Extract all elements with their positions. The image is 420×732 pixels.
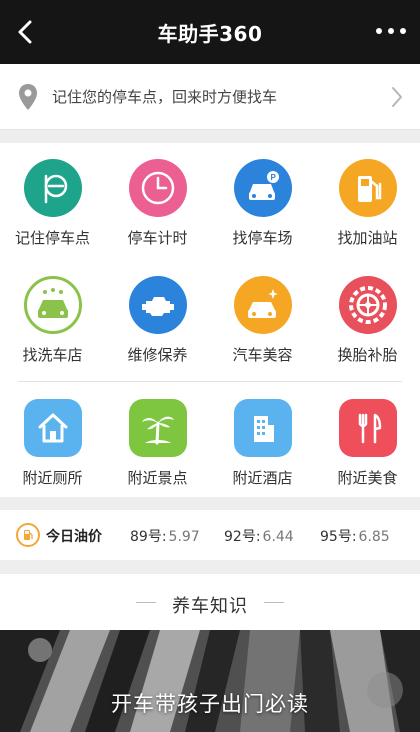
palm-tree-icon xyxy=(129,399,187,457)
grid-item-label: 找加油站 xyxy=(337,229,398,247)
grid-item-nearby-toilet[interactable]: 附近厕所 xyxy=(0,383,105,493)
grid-item-remember-parking[interactable]: 记住停车点 xyxy=(0,143,105,253)
page-title: 车助手360 xyxy=(157,21,263,46)
oil-price-89: 89号: 5.97 xyxy=(130,529,200,545)
tire-icon xyxy=(339,276,397,334)
gas-station-icon xyxy=(339,159,397,217)
grid-item-label: 附近酒店 xyxy=(232,469,293,487)
grid-item-maintenance[interactable]: 维修保养 xyxy=(105,260,210,370)
app-header: 车助手360 xyxy=(0,0,420,64)
oil-price-bar[interactable]: 今日油价 89号: 5.97 92号: 6.44 95号: 6.85 xyxy=(0,510,420,560)
grid-item-label: 停车计时 xyxy=(127,229,188,247)
clock-icon xyxy=(129,159,187,217)
grid-item-label: 换胎补胎 xyxy=(337,346,398,364)
grid-item-label: 汽车美容 xyxy=(232,346,293,364)
svg-text:P: P xyxy=(271,173,277,182)
grid-item-find-gas-station[interactable]: 找加油站 xyxy=(315,143,420,253)
fuel-icon xyxy=(16,523,40,547)
chevron-right-icon xyxy=(392,87,402,107)
grid-item-label: 附近美食 xyxy=(337,469,398,487)
grid-item-nearby-food[interactable]: 附近美食 xyxy=(315,383,420,493)
oil-price-label: 今日油价 xyxy=(46,529,102,545)
grid-item-car-beauty[interactable]: 汽车美容 xyxy=(210,260,315,370)
remember-parking-banner[interactable]: 记住您的停车点，回来时方便找车 xyxy=(0,64,420,130)
grid-item-label: 找停车场 xyxy=(232,229,293,247)
grid-item-label: 附近景点 xyxy=(127,469,188,487)
parking-lot-icon: P xyxy=(234,159,292,217)
back-arrow-icon[interactable] xyxy=(12,18,40,46)
knowledge-title: 养车知识 xyxy=(172,596,248,617)
divider-line xyxy=(264,602,284,603)
building-icon xyxy=(234,399,292,457)
grid-item-nearby-hotels[interactable]: 附近酒店 xyxy=(210,383,315,493)
grid-item-label: 找洗车店 xyxy=(22,346,83,364)
car-sparkle-icon xyxy=(234,276,292,334)
car-wash-icon xyxy=(24,276,82,334)
home-icon xyxy=(24,399,82,457)
grid-item-parking-timer[interactable]: 停车计时 xyxy=(105,143,210,253)
grid-item-find-parking-lot[interactable]: P 找停车场 xyxy=(210,143,315,253)
more-options-icon[interactable] xyxy=(376,24,406,38)
oil-price-95: 95号: 6.85 xyxy=(320,529,390,545)
grid-item-label: 维修保养 xyxy=(127,346,188,364)
grid-item-label: 附近厕所 xyxy=(22,469,83,487)
grid-item-find-car-wash[interactable]: 找洗车店 xyxy=(0,260,105,370)
knowledge-section-header: 养车知识 xyxy=(0,574,420,630)
grid-divider xyxy=(18,381,402,382)
location-pin-icon xyxy=(19,84,37,110)
engine-icon xyxy=(129,276,187,334)
article-caption: 开车带孩子出门必读 xyxy=(111,692,309,716)
grid-item-nearby-attractions[interactable]: 附近景点 xyxy=(105,383,210,493)
parking-banner-text: 记住您的停车点，回来时方便找车 xyxy=(52,88,278,106)
article-card[interactable]: 开车带孩子出门必读 xyxy=(0,630,420,732)
grid-item-tire-service[interactable]: 换胎补胎 xyxy=(315,260,420,370)
fork-knife-icon xyxy=(339,399,397,457)
grid-item-label: 记住停车点 xyxy=(14,229,90,247)
service-grid: 记住停车点 停车计时 P 找停车场 找加油站 找洗车店 维修保养 汽车美容 换胎… xyxy=(0,143,420,497)
parking-meter-icon xyxy=(24,159,82,217)
oil-price-92: 92号: 6.44 xyxy=(224,529,294,545)
